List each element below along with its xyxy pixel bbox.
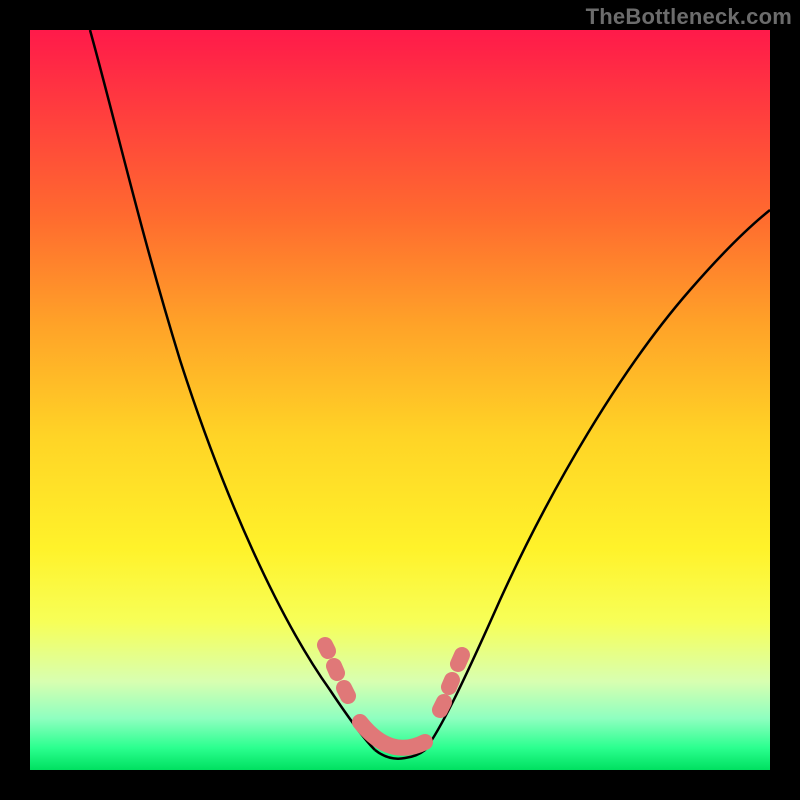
right-curve xyxy=(425,210,770,750)
watermark-text: TheBottleneck.com xyxy=(586,4,792,30)
bead-6-icon xyxy=(458,655,462,664)
bead-2-icon xyxy=(334,666,337,673)
bead-4-icon xyxy=(440,702,444,710)
bead-5-icon xyxy=(449,680,452,687)
chart-frame: TheBottleneck.com xyxy=(0,0,800,800)
chart-svg xyxy=(30,30,770,770)
bead-3-icon xyxy=(344,688,348,696)
bead-group xyxy=(325,645,462,748)
plot-area xyxy=(30,30,770,770)
bead-1-icon xyxy=(325,645,328,651)
curve-group xyxy=(90,30,770,759)
